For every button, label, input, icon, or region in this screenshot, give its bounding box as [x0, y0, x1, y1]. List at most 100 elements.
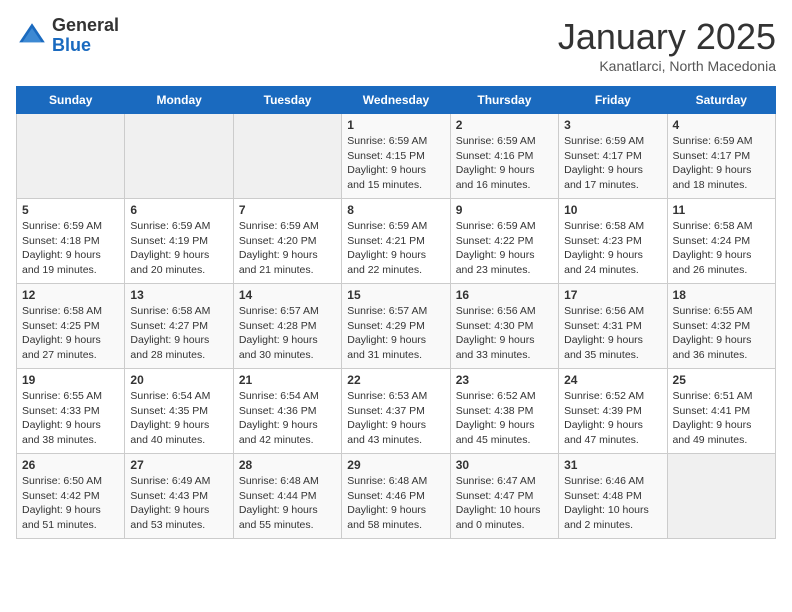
calendar-cell [667, 454, 775, 539]
day-info: Sunrise: 6:59 AMSunset: 4:17 PMDaylight:… [564, 134, 661, 193]
day-info: Sunrise: 6:59 AMSunset: 4:22 PMDaylight:… [456, 219, 553, 278]
day-number: 26 [22, 458, 119, 472]
day-info: Sunrise: 6:52 AMSunset: 4:38 PMDaylight:… [456, 389, 553, 448]
calendar-cell: 24 Sunrise: 6:52 AMSunset: 4:39 PMDayligh… [559, 369, 667, 454]
day-info: Sunrise: 6:59 AMSunset: 4:15 PMDaylight:… [347, 134, 444, 193]
day-info: Sunrise: 6:59 AMSunset: 4:16 PMDaylight:… [456, 134, 553, 193]
day-number: 12 [22, 288, 119, 302]
calendar-cell: 11 Sunrise: 6:58 AMSunset: 4:24 PMDayligh… [667, 199, 775, 284]
day-of-week-friday: Friday [559, 87, 667, 114]
calendar-cell: 8Sunrise: 6:59 AMSunset: 4:21 PMDaylight… [342, 199, 450, 284]
day-number: 13 [130, 288, 227, 302]
calendar-title: January 2025 [558, 16, 776, 58]
day-of-week-wednesday: Wednesday [342, 87, 450, 114]
calendar-cell [233, 114, 341, 199]
day-number: 2 [456, 118, 553, 132]
day-of-week-tuesday: Tuesday [233, 87, 341, 114]
day-of-week-saturday: Saturday [667, 87, 775, 114]
day-number: 27 [130, 458, 227, 472]
day-info: Sunrise: 6:46 AMSunset: 4:48 PMDaylight:… [564, 474, 661, 533]
day-number: 31 [564, 458, 661, 472]
day-info: Sunrise: 6:59 AMSunset: 4:18 PMDaylight:… [22, 219, 119, 278]
day-info: Sunrise: 6:59 AMSunset: 4:20 PMDaylight:… [239, 219, 336, 278]
calendar-cell: 23 Sunrise: 6:52 AMSunset: 4:38 PMDayligh… [450, 369, 558, 454]
calendar-cell: 30 Sunrise: 6:47 AMSunset: 4:47 PMDayligh… [450, 454, 558, 539]
day-info: Sunrise: 6:47 AMSunset: 4:47 PMDaylight:… [456, 474, 553, 533]
calendar-cell: 3 Sunrise: 6:59 AMSunset: 4:17 PMDaylight… [559, 114, 667, 199]
page-header: General Blue January 2025 Kanatlarci, No… [16, 16, 776, 74]
day-number: 6 [130, 203, 227, 217]
logo-text: General Blue [52, 16, 119, 56]
calendar-cell: 29 Sunrise: 6:48 AMSunset: 4:46 PMDayligh… [342, 454, 450, 539]
calendar-cell: 9 Sunrise: 6:59 AMSunset: 4:22 PMDaylight… [450, 199, 558, 284]
calendar-body: 1Sunrise: 6:59 AMSunset: 4:15 PMDaylight… [17, 114, 776, 539]
logo: General Blue [16, 16, 119, 56]
calendar-cell: 27 Sunrise: 6:49 AMSunset: 4:43 PMDayligh… [125, 454, 233, 539]
day-info: Sunrise: 6:58 AMSunset: 4:25 PMDaylight:… [22, 304, 119, 363]
week-row-5: 26 Sunrise: 6:50 AMSunset: 4:42 PMDayligh… [17, 454, 776, 539]
calendar-cell: 14 Sunrise: 6:57 AMSunset: 4:28 PMDayligh… [233, 284, 341, 369]
calendar-cell: 7 Sunrise: 6:59 AMSunset: 4:20 PMDaylight… [233, 199, 341, 284]
day-number: 28 [239, 458, 336, 472]
calendar-subtitle: Kanatlarci, North Macedonia [558, 58, 776, 74]
day-info: Sunrise: 6:52 AMSunset: 4:39 PMDaylight:… [564, 389, 661, 448]
days-of-week-row: SundayMondayTuesdayWednesdayThursdayFrid… [17, 87, 776, 114]
calendar-cell: 4 Sunrise: 6:59 AMSunset: 4:17 PMDaylight… [667, 114, 775, 199]
day-of-week-monday: Monday [125, 87, 233, 114]
title-block: January 2025 Kanatlarci, North Macedonia [558, 16, 776, 74]
day-of-week-sunday: Sunday [17, 87, 125, 114]
calendar-cell: 19Sunrise: 6:55 AMSunset: 4:33 PMDayligh… [17, 369, 125, 454]
calendar-cell: 31 Sunrise: 6:46 AMSunset: 4:48 PMDayligh… [559, 454, 667, 539]
calendar-cell: 5 Sunrise: 6:59 AMSunset: 4:18 PMDaylight… [17, 199, 125, 284]
calendar-cell: 6 Sunrise: 6:59 AMSunset: 4:19 PMDaylight… [125, 199, 233, 284]
day-number: 23 [456, 373, 553, 387]
day-number: 18 [673, 288, 770, 302]
calendar-cell: 2 Sunrise: 6:59 AMSunset: 4:16 PMDaylight… [450, 114, 558, 199]
day-number: 22 [347, 373, 444, 387]
day-number: 16 [456, 288, 553, 302]
day-info: Sunrise: 6:54 AMSunset: 4:35 PMDaylight:… [130, 389, 227, 448]
day-of-week-thursday: Thursday [450, 87, 558, 114]
logo-general-text: General [52, 16, 119, 36]
calendar-cell: 21Sunrise: 6:54 AMSunset: 4:36 PMDayligh… [233, 369, 341, 454]
day-number: 24 [564, 373, 661, 387]
day-info: Sunrise: 6:57 AMSunset: 4:29 PMDaylight:… [347, 304, 444, 363]
day-number: 4 [673, 118, 770, 132]
day-info: Sunrise: 6:58 AMSunset: 4:24 PMDaylight:… [673, 219, 770, 278]
day-number: 3 [564, 118, 661, 132]
day-number: 7 [239, 203, 336, 217]
day-info: Sunrise: 6:51 AMSunset: 4:41 PMDaylight:… [673, 389, 770, 448]
day-number: 8 [347, 203, 444, 217]
day-info: Sunrise: 6:58 AMSunset: 4:23 PMDaylight:… [564, 219, 661, 278]
day-info: Sunrise: 6:53 AMSunset: 4:37 PMDaylight:… [347, 389, 444, 448]
day-info: Sunrise: 6:48 AMSunset: 4:46 PMDaylight:… [347, 474, 444, 533]
day-number: 15 [347, 288, 444, 302]
calendar-cell [125, 114, 233, 199]
calendar-cell: 10 Sunrise: 6:58 AMSunset: 4:23 PMDayligh… [559, 199, 667, 284]
day-number: 20 [130, 373, 227, 387]
day-number: 21 [239, 373, 336, 387]
day-number: 14 [239, 288, 336, 302]
day-info: Sunrise: 6:57 AMSunset: 4:28 PMDaylight:… [239, 304, 336, 363]
day-number: 11 [673, 203, 770, 217]
calendar-cell: 17Sunrise: 6:56 AMSunset: 4:31 PMDayligh… [559, 284, 667, 369]
day-number: 9 [456, 203, 553, 217]
calendar-cell: 18 Sunrise: 6:55 AMSunset: 4:32 PMDayligh… [667, 284, 775, 369]
week-row-4: 19Sunrise: 6:55 AMSunset: 4:33 PMDayligh… [17, 369, 776, 454]
calendar-cell: 20 Sunrise: 6:54 AMSunset: 4:35 PMDayligh… [125, 369, 233, 454]
day-number: 10 [564, 203, 661, 217]
day-number: 30 [456, 458, 553, 472]
day-info: Sunrise: 6:50 AMSunset: 4:42 PMDaylight:… [22, 474, 119, 533]
day-info: Sunrise: 6:55 AMSunset: 4:32 PMDaylight:… [673, 304, 770, 363]
day-info: Sunrise: 6:49 AMSunset: 4:43 PMDaylight:… [130, 474, 227, 533]
day-number: 5 [22, 203, 119, 217]
calendar-table: SundayMondayTuesdayWednesdayThursdayFrid… [16, 86, 776, 539]
week-row-1: 1Sunrise: 6:59 AMSunset: 4:15 PMDaylight… [17, 114, 776, 199]
calendar-cell: 1Sunrise: 6:59 AMSunset: 4:15 PMDaylight… [342, 114, 450, 199]
day-number: 29 [347, 458, 444, 472]
logo-icon [16, 20, 48, 52]
day-info: Sunrise: 6:59 AMSunset: 4:19 PMDaylight:… [130, 219, 227, 278]
day-info: Sunrise: 6:59 AMSunset: 4:17 PMDaylight:… [673, 134, 770, 193]
day-info: Sunrise: 6:56 AMSunset: 4:31 PMDaylight:… [564, 304, 661, 363]
day-number: 19 [22, 373, 119, 387]
